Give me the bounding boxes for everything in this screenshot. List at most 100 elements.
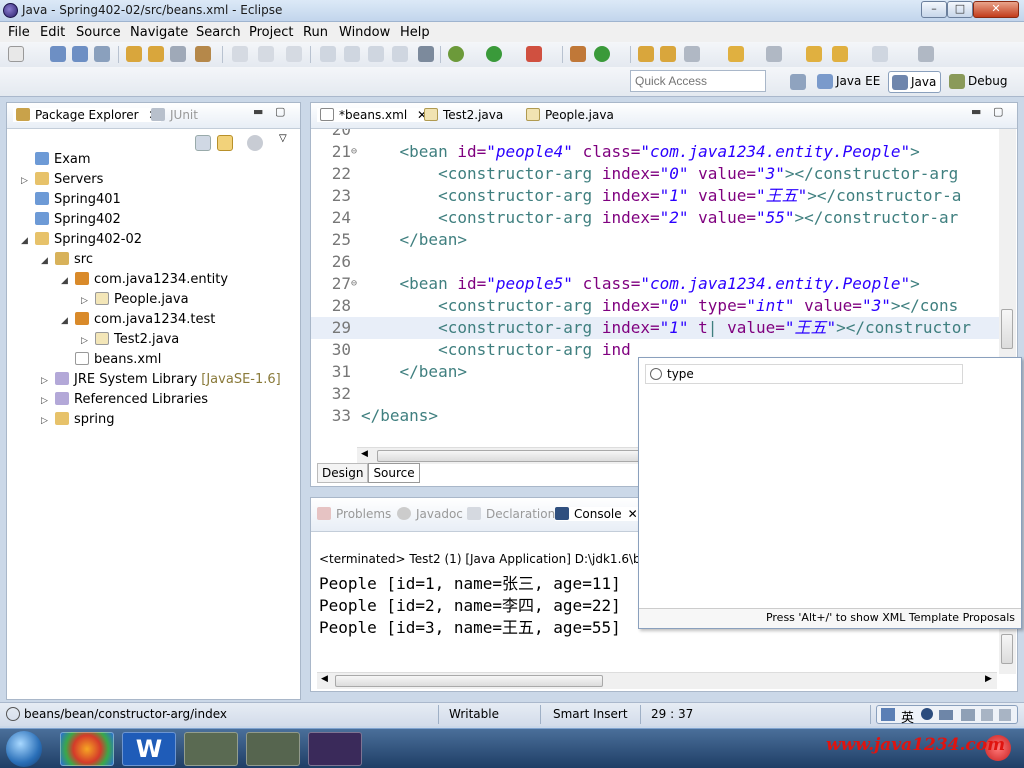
- code-line[interactable]: 24 <constructor-arg index="2" value="55"…: [311, 207, 1001, 229]
- collapse-all-icon[interactable]: [195, 135, 211, 151]
- new-class-icon[interactable]: [594, 46, 610, 62]
- taskbar-app-1[interactable]: [60, 732, 114, 766]
- tree-twisty-icon[interactable]: ◢: [41, 256, 48, 266]
- scroll-left-icon[interactable]: ◀: [321, 674, 328, 684]
- tree-item[interactable]: beans.xml: [63, 352, 161, 372]
- console-horizontal-scrollbar[interactable]: ◀ ▶: [317, 672, 997, 689]
- tab-beans-xml[interactable]: *beans.xml ✕: [317, 108, 431, 122]
- tree-item[interactable]: ◢ Spring402-02: [21, 232, 142, 252]
- minimize-view-icon[interactable]: ▬: [253, 105, 263, 118]
- edit-icon[interactable]: [684, 46, 700, 62]
- tab-package-explorer[interactable]: Package Explorer ✕: [13, 108, 162, 122]
- proposal-item[interactable]: type: [645, 364, 963, 384]
- menu-run[interactable]: Run: [303, 25, 328, 40]
- scroll-right-icon[interactable]: ▶: [985, 674, 992, 684]
- taskbar-wps-writer[interactable]: W: [122, 732, 176, 766]
- tree-twisty-icon[interactable]: ▷: [41, 416, 48, 426]
- editor-horizontal-scrollbar[interactable]: ◀: [357, 447, 677, 464]
- menu-file[interactable]: File: [8, 25, 30, 40]
- scroll-left-icon[interactable]: ◀: [361, 449, 368, 459]
- scroll-thumb[interactable]: [377, 450, 677, 462]
- build-icon[interactable]: [195, 46, 211, 62]
- tree-item[interactable]: ◢ com.java1234.entity: [61, 272, 228, 292]
- save-all-icon[interactable]: [72, 46, 88, 62]
- tree-item[interactable]: ▷ JRE System Library [JavaSE-1.6]: [41, 372, 281, 392]
- tab-test2-java[interactable]: Test2.java: [424, 108, 503, 122]
- code-line[interactable]: 22 <constructor-arg index="0" value="3">…: [311, 163, 1001, 185]
- minimize-view-icon[interactable]: ▬: [971, 105, 981, 118]
- code-line[interactable]: 27 ⊖ <bean id="people5" class="com.java12…: [311, 273, 1001, 295]
- minimize-button[interactable]: –: [921, 1, 947, 18]
- code-line[interactable]: 26: [311, 251, 1001, 273]
- tab-console[interactable]: Console ✕: [555, 507, 638, 521]
- open-folder-icon[interactable]: [638, 46, 654, 62]
- open-perspective-icon[interactable]: [918, 46, 934, 62]
- menu-source[interactable]: Source: [76, 25, 121, 40]
- tree-twisty-icon[interactable]: ▷: [81, 296, 88, 306]
- new-icon[interactable]: [8, 46, 24, 62]
- forward-icon[interactable]: [832, 46, 848, 62]
- tree-twisty-icon[interactable]: ▷: [41, 396, 48, 406]
- menu-search[interactable]: Search: [196, 25, 241, 40]
- tree-item[interactable]: Spring401: [23, 192, 121, 212]
- external-tools-icon[interactable]: [526, 46, 542, 62]
- tree-item[interactable]: ▷ Servers: [21, 172, 103, 192]
- scroll-thumb[interactable]: [335, 675, 603, 687]
- tab-javadoc[interactable]: Javadoc: [397, 507, 463, 521]
- open-resource-icon[interactable]: [148, 46, 164, 62]
- menu-project[interactable]: Project: [249, 25, 293, 40]
- debug-icon[interactable]: [448, 46, 464, 62]
- fold-icon[interactable]: ⊖: [351, 273, 357, 295]
- close-button[interactable]: ✕: [973, 1, 1019, 18]
- save-icon[interactable]: [50, 46, 66, 62]
- ime-language[interactable]: 英: [901, 707, 914, 726]
- tree-item[interactable]: ▷ Test2.java: [81, 332, 179, 352]
- last-edit-icon[interactable]: [872, 46, 888, 62]
- tree-twisty-icon[interactable]: ▷: [81, 336, 88, 346]
- scroll-thumb[interactable]: [1001, 309, 1013, 349]
- maximize-button[interactable]: □: [947, 1, 973, 18]
- start-button[interactable]: [6, 731, 42, 767]
- scroll-thumb[interactable]: [1001, 634, 1013, 664]
- menu-navigate[interactable]: Navigate: [130, 25, 188, 40]
- perspective-debug[interactable]: Debug: [946, 71, 1011, 93]
- tab-declaration[interactable]: Declaration: [467, 507, 555, 521]
- quick-access-input[interactable]: [630, 70, 766, 92]
- tree-twisty-icon[interactable]: ◢: [21, 236, 28, 246]
- tree-item[interactable]: Exam: [23, 152, 91, 172]
- open-perspective-icon-2[interactable]: [790, 74, 806, 90]
- maximize-view-icon[interactable]: ▢: [993, 105, 1003, 118]
- search-icon[interactable]: [170, 46, 186, 62]
- menu-edit[interactable]: Edit: [40, 25, 65, 40]
- new-java-project-icon[interactable]: [570, 46, 586, 62]
- taskbar-eclipse[interactable]: [308, 732, 362, 766]
- menu-help[interactable]: Help: [400, 25, 430, 40]
- skip-breakpoints-icon[interactable]: [418, 46, 434, 62]
- menu-window[interactable]: Window: [339, 25, 390, 40]
- tree-item[interactable]: ◢ com.java1234.test: [61, 312, 215, 332]
- code-line[interactable]: 20: [311, 129, 1001, 141]
- run-icon[interactable]: [486, 46, 502, 62]
- code-line[interactable]: 23 <constructor-arg index="1" value="王五"…: [311, 185, 1001, 207]
- terminate-icon[interactable]: [368, 46, 384, 62]
- tab-source[interactable]: Source: [368, 463, 420, 483]
- redo-icon[interactable]: [258, 46, 274, 62]
- open-file-icon[interactable]: [660, 46, 676, 62]
- tree-item[interactable]: ▷ spring: [41, 412, 114, 432]
- perspective-java[interactable]: Java: [888, 71, 942, 93]
- fold-icon[interactable]: ⊖: [351, 141, 357, 163]
- suspend-icon[interactable]: [344, 46, 360, 62]
- step-icon[interactable]: [286, 46, 302, 62]
- tree-item[interactable]: ▷ People.java: [81, 292, 189, 312]
- tab-junit[interactable]: JUnit: [151, 108, 198, 122]
- tree-twisty-icon[interactable]: ◢: [61, 276, 68, 286]
- open-type-icon[interactable]: [126, 46, 142, 62]
- tab-people-java[interactable]: People.java: [526, 108, 614, 122]
- next-annotation-icon[interactable]: [728, 46, 744, 62]
- pin-icon[interactable]: [766, 46, 782, 62]
- tree-twisty-icon[interactable]: ▷: [41, 376, 48, 386]
- taskbar-app-4[interactable]: [246, 732, 300, 766]
- back-icon[interactable]: [806, 46, 822, 62]
- tree-twisty-icon[interactable]: ◢: [61, 316, 68, 326]
- perspective-java-ee[interactable]: Java EE: [814, 71, 884, 93]
